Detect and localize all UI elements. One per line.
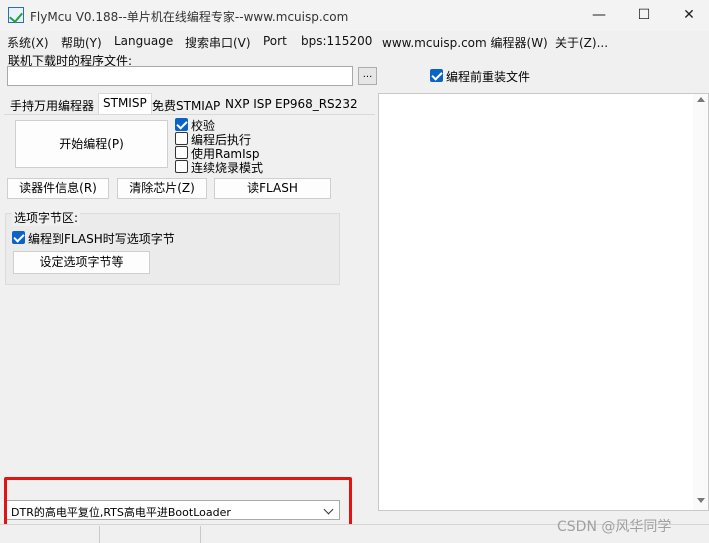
tab-ep968-rs232[interactable]: EP968_RS232: [271, 95, 362, 114]
menu-help[interactable]: 帮助(Y): [61, 34, 102, 51]
stmisp-panel: [4, 114, 375, 490]
erase-chip-button[interactable]: 清除芯片(Z): [117, 178, 207, 199]
tab-stmiap[interactable]: 免费STMIAP: [148, 95, 224, 114]
menu-baudrate[interactable]: bps:115200: [301, 34, 372, 48]
menu-system[interactable]: 系统(X): [7, 34, 49, 51]
verify-checkbox[interactable]: [175, 118, 188, 131]
status-divider: [99, 526, 100, 543]
close-button[interactable]: ✕: [666, 0, 709, 31]
browse-button[interactable]: ...: [358, 67, 377, 85]
set-option-bytes-button[interactable]: 设定选项字节等: [13, 251, 150, 274]
status-divider: [200, 526, 201, 543]
write-option-bytes-label: 编程到FLASH时写选项字节: [28, 232, 175, 246]
scroll-up-arrow-icon[interactable]: [697, 97, 705, 102]
watermark: CSDN @风华同学: [557, 519, 672, 535]
start-programming-button[interactable]: 开始编程(P): [15, 120, 168, 168]
tab-nxp-isp[interactable]: NXP ISP: [221, 95, 276, 114]
program-file-input[interactable]: [7, 66, 353, 86]
maximize-button[interactable]: ☐: [621, 0, 667, 31]
read-flash-button[interactable]: 读FLASH: [214, 178, 331, 199]
scroll-down-arrow-icon[interactable]: [697, 498, 705, 503]
option-byte-group-title: 选项字节区:: [12, 209, 81, 226]
run-after-program-checkbox[interactable]: [175, 132, 188, 145]
reload-file-label: 编程前重装文件: [446, 70, 531, 84]
read-device-info-button[interactable]: 读器件信息(R): [7, 178, 109, 199]
continuous-mode-label: 连续烧录模式: [191, 161, 264, 175]
menu-about[interactable]: 关于(Z)...: [555, 34, 608, 51]
minimize-button[interactable]: —: [576, 0, 622, 31]
continuous-mode-checkbox[interactable]: [175, 160, 188, 173]
tab-stmisp[interactable]: STMISP: [98, 93, 152, 114]
menu-programmer[interactable]: www.mcuisp.com 编程器(W): [382, 34, 548, 51]
menu-search-port[interactable]: 搜索串口(V): [185, 34, 251, 51]
window-title: FlyMcu V0.188--单片机在线编程专家--www.mcuisp.com: [30, 10, 349, 24]
reload-file-checkbox[interactable]: [430, 69, 443, 82]
tab-handheld-programmer[interactable]: 手持万用编程器: [6, 95, 98, 114]
log-output-area[interactable]: [378, 93, 709, 511]
menu-language[interactable]: Language: [114, 34, 173, 48]
app-icon: [8, 7, 24, 23]
use-ramisp-checkbox[interactable]: [175, 146, 188, 159]
menu-bar: 系统(X) 帮助(Y) Language 搜索串口(V) Port bps:11…: [0, 31, 709, 51]
menu-port[interactable]: Port: [263, 34, 287, 48]
write-option-bytes-checkbox[interactable]: [12, 231, 25, 244]
log-scrollbar[interactable]: [693, 94, 708, 510]
